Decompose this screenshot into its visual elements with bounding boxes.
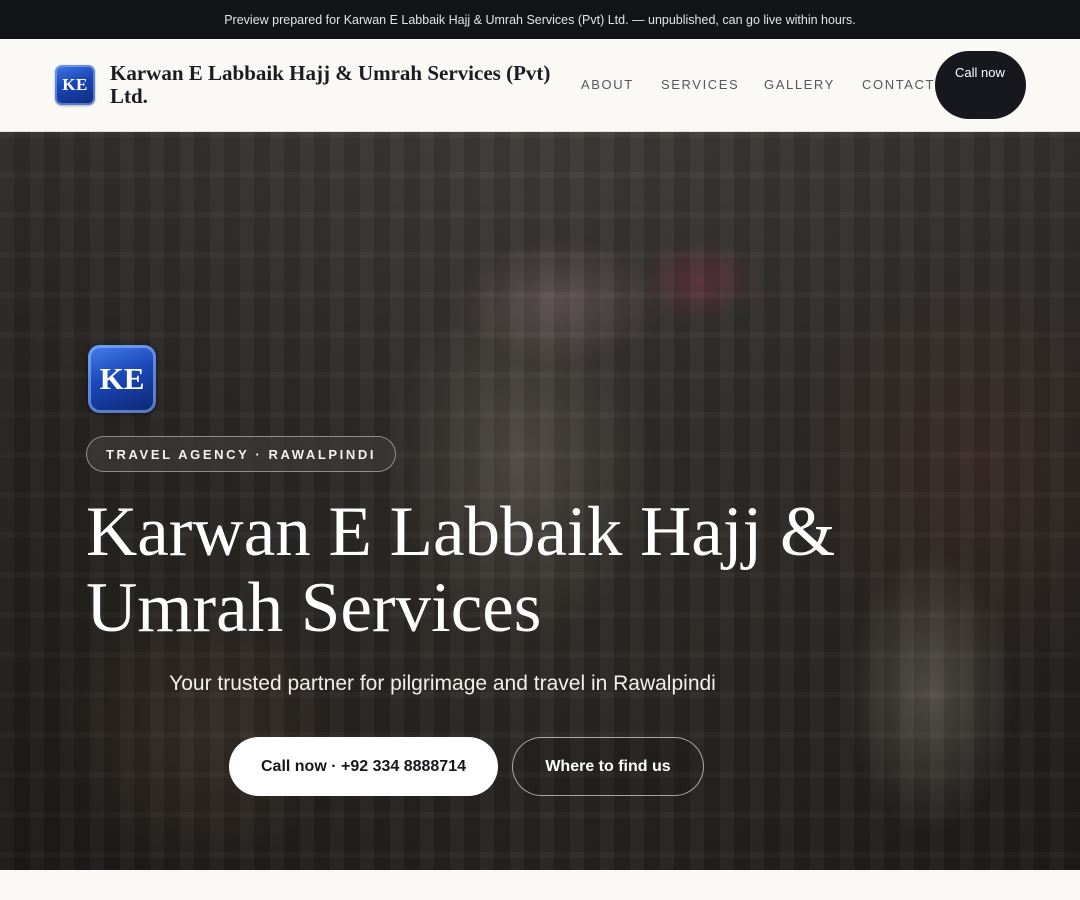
site-header: KE Karwan E Labbaik Hajj & Umrah Service… [0, 39, 1080, 132]
brand-name[interactable]: Karwan E Labbaik Hajj & Umrah Services (… [110, 62, 590, 108]
nav-link-gallery[interactable]: Gallery [764, 77, 835, 92]
nav-link-about[interactable]: About [581, 77, 634, 92]
hero-title: Karwan E Labbaik Hajj & Umrah Services [86, 493, 836, 647]
hero-logo-text: KE [99, 361, 145, 396]
nav-call-label: Call now [955, 65, 1005, 80]
category-badge: TRAVEL AGENCY · RAWALPINDI [86, 436, 397, 472]
find-us-button[interactable]: Where to find us [512, 737, 704, 796]
hero-logo: KE [88, 345, 156, 413]
call-now-button[interactable]: Call now · +92 334 8888714 [229, 737, 498, 796]
next-section-edge [0, 870, 1080, 900]
nav-call-button[interactable]: Call now [935, 51, 1026, 119]
nav-link-contact[interactable]: Contact [862, 77, 935, 92]
preview-banner-text: Preview prepared for Karwan E Labbaik Ha… [224, 12, 856, 27]
nav-link-services[interactable]: Services [661, 77, 739, 92]
preview-banner: Preview prepared for Karwan E Labbaik Ha… [0, 0, 1080, 39]
brand-logo-text: KE [62, 75, 88, 94]
category-badge-text: TRAVEL AGENCY · RAWALPINDI [106, 446, 377, 462]
call-now-label: Call now · +92 334 8888714 [260, 757, 466, 775]
brand-logo[interactable]: KE [55, 65, 95, 105]
hero-subtitle: Your trusted partner for pilgrimage and … [169, 672, 716, 695]
find-us-label: Where to find us [545, 757, 671, 775]
hero-section: KE TRAVEL AGENCY · RAWALPINDI Karwan E L… [0, 132, 1080, 870]
